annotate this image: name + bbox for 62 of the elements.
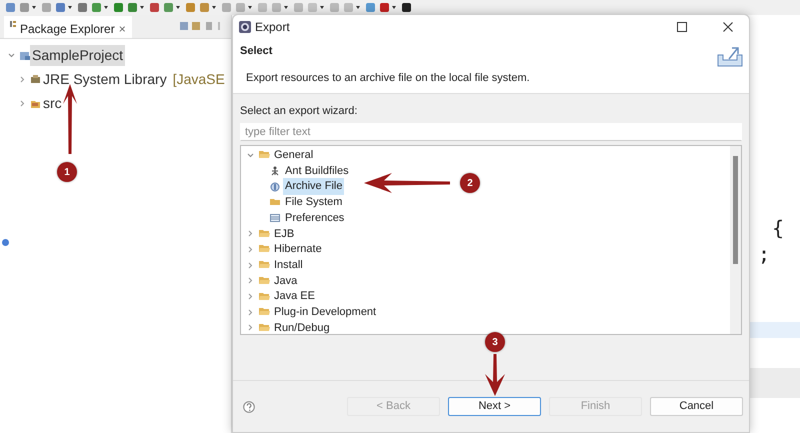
- tree-item[interactable]: SampleProject: [30, 44, 126, 66]
- expand-toggle-icon[interactable]: [247, 152, 254, 159]
- tree-item[interactable]: JRE System Library: [41, 68, 169, 90]
- library-icon: [31, 74, 41, 84]
- expand-toggle-icon[interactable]: [247, 230, 254, 238]
- help-icon[interactable]: [243, 400, 255, 412]
- expand-toggle-icon[interactable]: [247, 246, 254, 253]
- package-icon: [10, 20, 16, 28]
- maximize-icon: [677, 22, 687, 32]
- folder-icon: [259, 150, 270, 160]
- folder-icon: [270, 197, 281, 208]
- tree-item[interactable]: Run/Debug: [272, 320, 332, 336]
- view-tab[interactable]: Package Explorer ×: [4, 16, 132, 38]
- app-icon: [239, 21, 251, 33]
- window-title: Export: [255, 19, 291, 36]
- folder-icon: [259, 322, 270, 333]
- close-icon[interactable]: ×: [118, 20, 126, 38]
- code-line: {: [771, 215, 786, 241]
- tree-item[interactable]: EJB: [272, 226, 296, 242]
- tree-item[interactable]: Archive File: [283, 178, 344, 195]
- close-icon: [723, 22, 733, 32]
- expand-toggle-icon[interactable]: [247, 277, 254, 284]
- folder-icon: [259, 292, 270, 302]
- tree-item[interactable]: Java EE: [272, 288, 317, 305]
- dialog-button[interactable]: Cancel: [650, 397, 743, 416]
- expand-toggle-icon[interactable]: [19, 76, 26, 82]
- tree-item[interactable]: Java: [272, 272, 300, 290]
- filter-field[interactable]: type filter text: [240, 122, 742, 140]
- folder-icon: [259, 260, 270, 270]
- dialog-button[interactable]: Next >: [448, 397, 541, 416]
- expand-toggle-icon[interactable]: [8, 52, 15, 58]
- export-icon: [717, 45, 743, 67]
- scrollbar[interactable]: [730, 146, 741, 334]
- folder-icon: [259, 228, 270, 239]
- scrollbar-thumb[interactable]: [733, 156, 738, 264]
- code-line: ;: [757, 241, 772, 267]
- folder-icon: [259, 307, 270, 318]
- annotation-arrow: [484, 354, 506, 396]
- expand-toggle-icon[interactable]: [247, 324, 254, 332]
- tree-item[interactable]: Preferences: [283, 210, 346, 226]
- archive-icon: [270, 182, 281, 192]
- project-icon: [20, 50, 30, 60]
- field-label: Select an export wizard:: [240, 104, 358, 119]
- expand-toggle-icon[interactable]: [247, 308, 254, 316]
- tree-item-detail: [JavaSE: [172, 70, 225, 89]
- expand-toggle-icon[interactable]: [247, 293, 254, 300]
- expand-toggle-icon[interactable]: [247, 262, 254, 269]
- tree-item[interactable]: Hibernate: [272, 241, 324, 258]
- folder-icon: [259, 276, 270, 286]
- tree-item[interactable]: src: [41, 92, 64, 114]
- tree-item[interactable]: General: [272, 147, 316, 164]
- tree-item[interactable]: Ant Buildfiles: [283, 162, 351, 180]
- ant-icon: [270, 166, 281, 176]
- tree-item[interactable]: Plug-in Development: [272, 304, 378, 320]
- expand-toggle-icon[interactable]: [19, 100, 26, 106]
- tab-label: Package Explorer: [20, 21, 115, 38]
- page-description: Export resources to an archive file on the local file system.: [246, 70, 531, 86]
- preferences-icon: [270, 213, 281, 224]
- tree-item[interactable]: File System: [283, 194, 344, 211]
- page-title: Select: [240, 44, 274, 59]
- folder-icon: [259, 244, 270, 254]
- tree-item[interactable]: Install: [272, 256, 305, 274]
